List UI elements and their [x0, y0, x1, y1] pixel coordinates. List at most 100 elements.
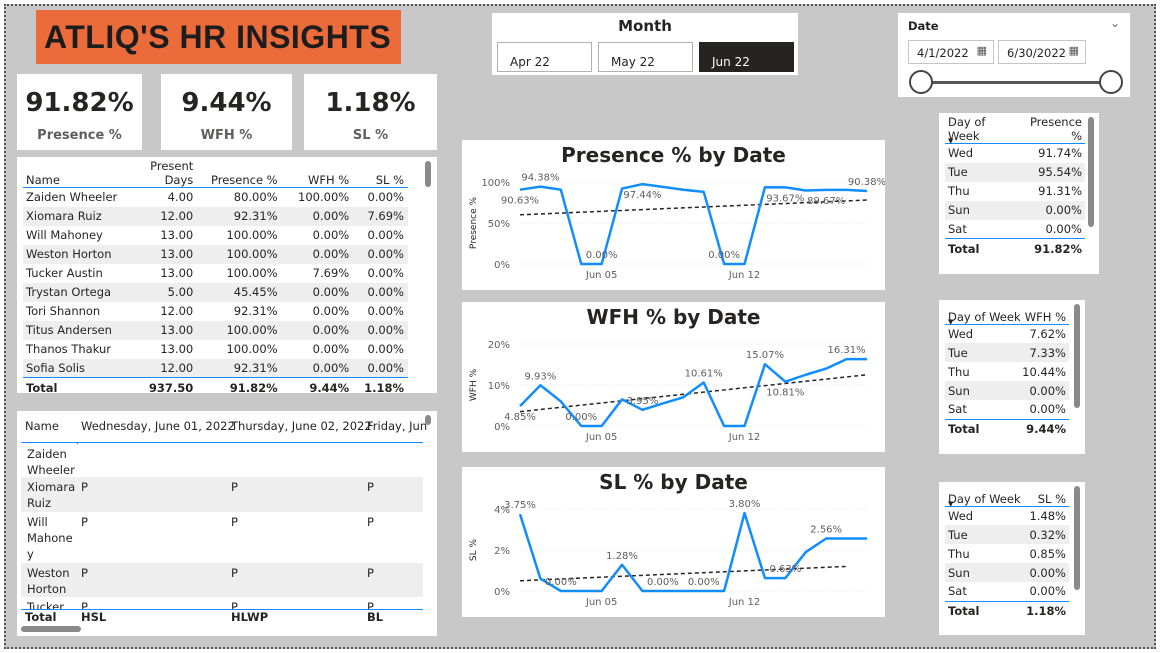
- y-tick-label: 0%: [494, 260, 510, 271]
- date-range-end-handle[interactable]: [1099, 70, 1123, 94]
- sort-arrow-icon[interactable]: ▼: [948, 318, 953, 326]
- y-axis-label: WFH %: [469, 368, 479, 401]
- column-header[interactable]: WFH %: [281, 159, 354, 188]
- table-row[interactable]: Wed 1.48%: [945, 506, 1069, 525]
- kpi-card-wfh[interactable]: 9.44% WFH %: [161, 74, 292, 150]
- kpi-card-sl[interactable]: 1.18% SL %: [304, 74, 437, 150]
- table-row[interactable]: Tue 95.54%: [945, 162, 1085, 182]
- data-label: 0.00%: [647, 577, 679, 588]
- row-name: Weston: [27, 566, 70, 580]
- row-name: y: [27, 547, 34, 561]
- presence-line-chart[interactable]: 100% 50% 0% Presence % Jun 05 Jun 12 90.63% 94.…: [462, 140, 885, 290]
- table-row[interactable]: Xiomara Ruiz P P P: [21, 477, 423, 512]
- table-cell: 0.00%: [312, 342, 350, 356]
- column-header[interactable]: SL %: [1024, 484, 1069, 507]
- x-tick-label: Jun 05: [585, 270, 618, 281]
- table-row[interactable]: Tori Shannon 12.00 92.31% 0.00% 0.00%: [23, 302, 408, 321]
- column-header[interactable]: Present Days: [127, 159, 198, 188]
- vertical-scrollbar[interactable]: [1074, 304, 1080, 408]
- column-header[interactable]: Friday, Jun: [367, 419, 427, 433]
- wfh-chart-card: WFH % by Date 20% 10% 0% WFH % Jun 05 Jun 12 4…: [462, 302, 885, 452]
- table-row[interactable]: Thu 91.31%: [945, 182, 1085, 201]
- column-header[interactable]: Wednesday, June 01, 2022: [81, 419, 235, 433]
- table-row[interactable]: Will Mahone y P P P: [21, 512, 423, 563]
- column-header[interactable]: Day of Week ▼: [945, 302, 1022, 326]
- table-cell: Tue: [945, 162, 1017, 182]
- vertical-scrollbar[interactable]: [425, 415, 431, 425]
- month-option-may-22[interactable]: May 22: [598, 42, 693, 72]
- column-header-label: Day of Week: [948, 491, 1021, 506]
- date-start-input[interactable]: 4/1/2022 ▦: [908, 40, 994, 64]
- vertical-scrollbar[interactable]: [1074, 486, 1080, 590]
- table-cell: 0.00%: [1029, 402, 1066, 417]
- y-axis-label: SL %: [469, 538, 479, 561]
- column-header[interactable]: Name: [25, 419, 59, 433]
- date-end-input[interactable]: 6/30/2022 ▦: [998, 40, 1086, 64]
- table-row[interactable]: Tue 0.32%: [945, 525, 1069, 544]
- table-row[interactable]: Sun 0.00%: [945, 200, 1085, 220]
- table-row[interactable]: Will Mahoney 13.00 100.00% 0.00% 0.00%: [23, 226, 408, 245]
- date-range-track: [920, 81, 1111, 84]
- table-row[interactable]: Sat 0.00%: [945, 220, 1085, 239]
- column-header[interactable]: Presence %: [1016, 115, 1085, 144]
- sort-arrow-icon[interactable]: ▼: [948, 137, 953, 145]
- vertical-scrollbar[interactable]: [1088, 117, 1094, 227]
- table-row[interactable]: Tue 7.33%: [945, 343, 1069, 362]
- table-row[interactable]: Weston Horton 13.00 100.00% 0.00% 0.00%: [23, 244, 408, 264]
- table-row[interactable]: Zaiden Wheeler: [21, 444, 423, 477]
- table-row[interactable]: Thu 10.44%: [945, 362, 1069, 381]
- dow-sl-card: Day of Week ▼ SL % Wed 1.48% Tue 0.32% Thu 0.85%…: [939, 482, 1085, 635]
- chevron-down-icon[interactable]: ⌄: [1110, 16, 1120, 30]
- trend-line: [519, 374, 868, 413]
- column-header[interactable]: SL %: [353, 159, 408, 188]
- month-option-label: Jun 22: [712, 55, 750, 69]
- table-row[interactable]: Zaiden Wheeler 4.00 80.00% 100.00% 0.00%: [23, 188, 408, 207]
- date-slicer-title: Date: [908, 19, 939, 33]
- table-row[interactable]: Wed 91.74%: [945, 144, 1085, 163]
- table-row[interactable]: Sun 0.00%: [945, 563, 1069, 582]
- month-option-jun-22[interactable]: Jun 22: [699, 42, 794, 72]
- table-row[interactable]: Tucker Austin 13.00 100.00% 7.69% 0.00%: [23, 264, 408, 283]
- month-option-apr-22[interactable]: Apr 22: [497, 42, 592, 72]
- table-row[interactable]: Titus Andersen 13.00 100.00% 0.00% 0.00%: [23, 320, 408, 340]
- table-row[interactable]: Sofia Solis 12.00 92.31% 0.00% 0.00%: [23, 358, 408, 378]
- attendance-cell: P: [367, 566, 374, 580]
- horizontal-scrollbar[interactable]: [21, 626, 81, 632]
- table-row[interactable]: Wed 7.62%: [945, 324, 1069, 343]
- table-cell: Sat: [948, 584, 967, 599]
- attendance-cell: P: [81, 515, 88, 529]
- table-row[interactable]: Weston Horton P P P: [21, 563, 423, 597]
- table-row[interactable]: Trystan Ortega 5.00 45.45% 0.00% 0.00%: [23, 282, 408, 302]
- sort-arrow-icon[interactable]: ▼: [948, 500, 953, 508]
- calendar-icon[interactable]: ▦: [977, 44, 987, 57]
- table-cell: 0.00%: [281, 244, 354, 264]
- table-row[interactable]: Sun 0.00%: [945, 381, 1069, 400]
- column-header[interactable]: Day of Week ▼: [945, 484, 1025, 508]
- table-row[interactable]: Thanos Thakur 13.00 100.00% 0.00% 0.00%: [23, 340, 408, 359]
- calendar-icon[interactable]: ▦: [1069, 44, 1079, 57]
- wfh-line-chart[interactable]: 20% 10% 0% WFH % Jun 05 Jun 12 4.85% 9.93% 0.00%…: [462, 302, 885, 452]
- column-header[interactable]: Presence %: [197, 159, 282, 188]
- data-label: 0.00%: [565, 412, 597, 423]
- sl-line-chart[interactable]: 4%2%0%SL %Jun 05 Jun 123.75%0.00%1.28%0.0…: [462, 467, 885, 617]
- date-range-start-handle[interactable]: [909, 70, 933, 94]
- column-header[interactable]: Name: [23, 159, 128, 188]
- total-cell: Total: [945, 600, 1025, 621]
- column-header[interactable]: Day of Week ▼: [945, 115, 1017, 145]
- table-cell: 13.00: [160, 228, 194, 242]
- vertical-scrollbar[interactable]: [425, 161, 431, 187]
- employee-table-card: Name Present Days Presence % WFH % SL % Zaide…: [17, 157, 437, 393]
- table-row[interactable]: Sat 0.00%: [945, 582, 1069, 601]
- table-row[interactable]: Xiomara Ruiz 12.00 92.31% 0.00% 7.69%: [23, 206, 408, 226]
- column-header[interactable]: WFH %: [1021, 302, 1069, 325]
- table-row[interactable]: Sat 0.00%: [945, 400, 1069, 419]
- table-row[interactable]: Tucker P P P: [21, 597, 423, 609]
- kpi-card-presence[interactable]: 91.82% Presence %: [17, 74, 142, 150]
- column-header[interactable]: Thursday, June 02, 2022: [231, 419, 372, 433]
- table-cell: Thu: [948, 184, 970, 198]
- table-cell: 0.00%: [367, 228, 404, 242]
- table-row[interactable]: Thu 0.85%: [945, 544, 1069, 563]
- presence-chart-card: Presence % by Date 100% 50% 0% Presence % Ju…: [462, 140, 885, 290]
- attendance-cell: P: [367, 480, 374, 494]
- data-label: 15.07%: [746, 350, 784, 361]
